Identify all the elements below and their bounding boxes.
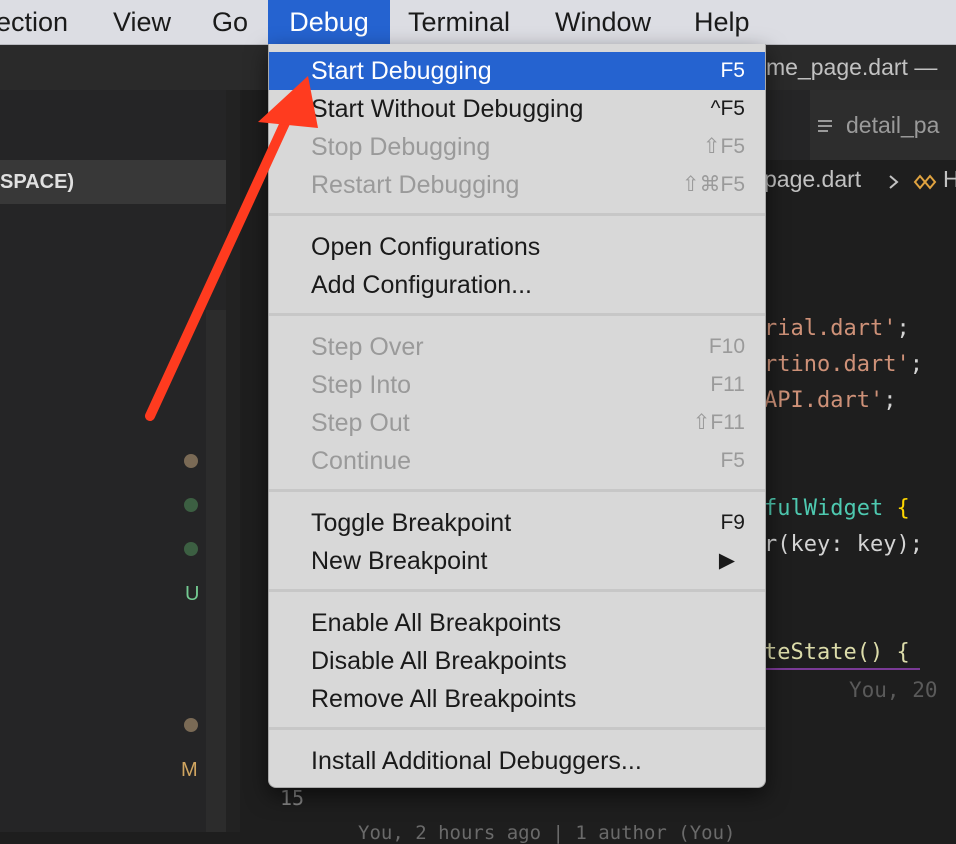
line-highlight [760, 668, 920, 670]
menu-item-new-breakpoint[interactable]: New Breakpoint ▶ [269, 542, 765, 580]
sidebar-scrollbar[interactable] [206, 310, 226, 832]
menu-item-enable-all-breakpoints[interactable]: Enable All Breakpoints [269, 604, 765, 642]
git-untracked-badge: U [185, 583, 200, 605]
git-modified-dot [184, 718, 198, 732]
tab-label-detail: detail_pa [846, 112, 940, 138]
menu-item-restart-debugging[interactable]: Restart Debugging ⇧⌘F5 [269, 166, 765, 204]
menu-item-stop-debugging[interactable]: Stop Debugging ⇧F5 [269, 128, 765, 166]
menu-separator [269, 313, 765, 316]
breadcrumb[interactable]: page.dart [764, 166, 861, 193]
breadcrumb-file[interactable]: page.dart [764, 166, 861, 192]
menu-item-add-configuration[interactable]: Add Configuration... [269, 266, 765, 304]
menu-item-open-configurations[interactable]: Open Configurations [269, 228, 765, 266]
code-line: teState() { [764, 640, 910, 665]
menu-item-step-out[interactable]: Step Out ⇧F11 [269, 404, 765, 442]
git-modified-dot [184, 454, 198, 468]
menu-separator [269, 489, 765, 492]
editor-gutter [226, 90, 240, 832]
menu-bar: ection View Go Debug Terminal Window Hel… [0, 0, 956, 45]
code-line: fulWidget { [764, 496, 910, 521]
menubar-item-go[interactable]: Go [212, 0, 248, 44]
menu-separator [269, 727, 765, 730]
menu-item-disable-all-breakpoints[interactable]: Disable All Breakpoints [269, 642, 765, 680]
explorer-section-header[interactable]: SPACE) [0, 160, 226, 204]
code-line: rial.dart'; [764, 316, 910, 341]
menubar-item-window[interactable]: Window [555, 0, 651, 44]
menu-item-continue[interactable]: Continue F5 [269, 442, 765, 480]
codelens-text: You, 2 hours ago | 1 author (You) [358, 822, 736, 844]
submenu-arrow-icon: ▶ [718, 549, 735, 572]
chevron-right-icon [889, 175, 899, 189]
breadcrumb-symbol[interactable]: H [943, 166, 956, 193]
menu-item-step-over[interactable]: Step Over F10 [269, 328, 765, 366]
code-line: r(key: key); [764, 532, 923, 557]
menubar-item-help[interactable]: Help [694, 0, 750, 44]
menu-item-install-additional-debuggers[interactable]: Install Additional Debuggers... [269, 742, 765, 780]
debug-menu: Start Debugging F5 Start Without Debuggin… [268, 44, 766, 788]
git-status-dot [184, 542, 198, 556]
git-modified-badge: M [181, 759, 198, 781]
code-line: API.dart'; [764, 388, 897, 413]
menu-item-start-debugging[interactable]: Start Debugging F5 [269, 52, 765, 90]
git-blame-annotation: You, 20 [849, 678, 938, 702]
menu-item-start-without-debugging[interactable]: Start Without Debugging ^F5 [269, 90, 765, 128]
menu-item-toggle-breakpoint[interactable]: Toggle Breakpoint F9 [269, 504, 765, 542]
line-number: 15 [280, 786, 305, 810]
menu-separator [269, 589, 765, 592]
menu-item-remove-all-breakpoints[interactable]: Remove All Breakpoints [269, 680, 765, 718]
editor-tab[interactable] [240, 90, 270, 160]
menubar-item-view[interactable]: View [113, 0, 171, 44]
menubar-item-debug[interactable]: Debug [268, 0, 390, 44]
menu-item-step-into[interactable]: Step Into F11 [269, 366, 765, 404]
menubar-item-terminal[interactable]: Terminal [408, 0, 510, 44]
menu-separator [269, 213, 765, 216]
code-line: rtino.dart'; [764, 352, 923, 377]
file-lines-icon [818, 120, 832, 132]
git-status-dot [184, 498, 198, 512]
window-title: me_page.dart — [766, 54, 938, 80]
class-symbol-icon [913, 174, 937, 190]
menubar-item-selection[interactable]: ection [0, 0, 68, 44]
